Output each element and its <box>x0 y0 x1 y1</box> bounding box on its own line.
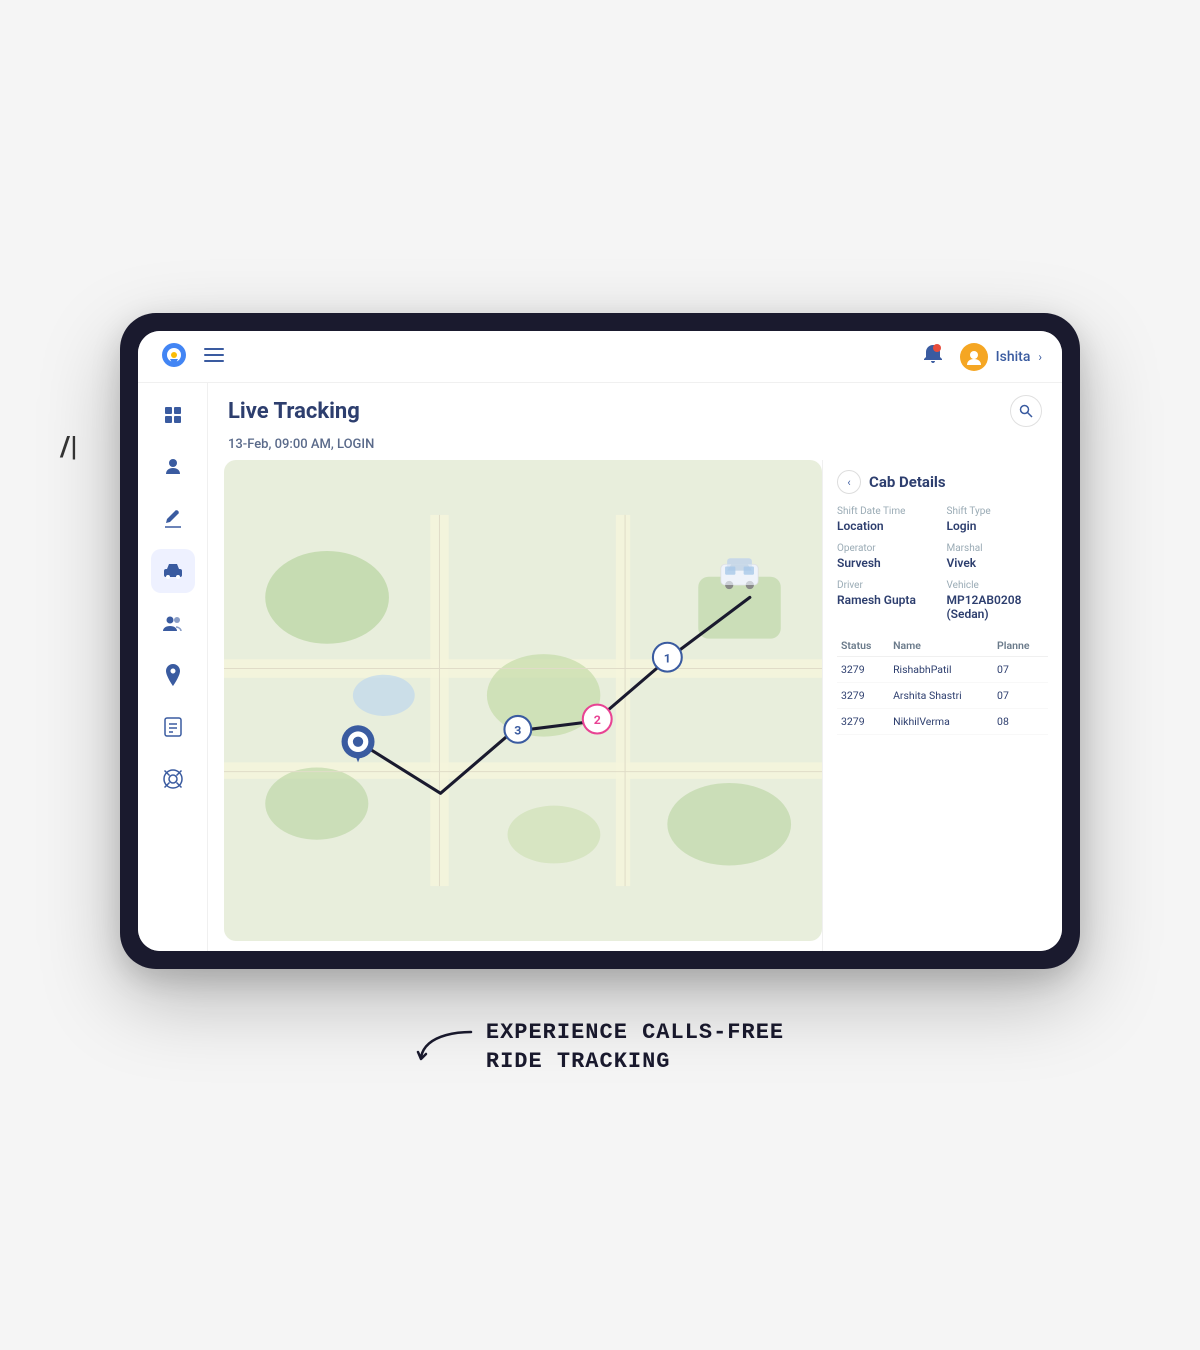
cab-info-grid: Shift Date Time Location Shift Type Logi… <box>837 506 1048 621</box>
shift-type-value: Login <box>947 519 1049 533</box>
sidebar-item-person[interactable] <box>151 445 195 489</box>
shift-type-label: Shift Type <box>947 506 1049 517</box>
search-button[interactable] <box>1010 395 1042 427</box>
svg-text:1: 1 <box>664 653 671 667</box>
logo-icon <box>158 341 190 373</box>
page-header: Live Tracking <box>208 383 1062 433</box>
tablet-inner: Ishita › <box>138 331 1062 951</box>
sidebar-item-car[interactable] <box>151 549 195 593</box>
cell-planned: 08 <box>993 709 1048 735</box>
vehicle-value: MP12AB0208 (Sedan) <box>947 593 1049 621</box>
sidebar <box>138 383 208 951</box>
col-planned: Planne <box>993 635 1048 657</box>
sidebar-item-reports[interactable] <box>151 705 195 749</box>
svg-text:3: 3 <box>514 725 521 739</box>
promo-line2: RIDE TRACKING <box>486 1048 784 1077</box>
cell-status: 3279 <box>837 657 889 683</box>
shift-dt-value: Location <box>837 519 939 533</box>
map-area: 1 2 3 <box>224 460 822 941</box>
main-content: Live Tracking 13-Feb, 09:00 AM, LOGIN <box>138 383 1062 951</box>
cell-name: Arshita Shastri <box>889 683 993 709</box>
marshal-cell: Marshal Vivek <box>947 543 1049 570</box>
map-svg: 1 2 3 <box>224 460 822 941</box>
avatar <box>960 343 988 371</box>
col-name: Name <box>889 635 993 657</box>
passengers-table: Status Name Planne 3279RishabhPatil07327… <box>837 635 1048 735</box>
chevron-right-icon: › <box>1038 350 1042 364</box>
arrow-label: EXPERIENCE CALLS-FREE RIDE TRACKING <box>416 1019 784 1076</box>
cell-planned: 07 <box>993 683 1048 709</box>
cab-details-panel: ‹ Cab Details Shift Date Time Location S… <box>822 460 1062 951</box>
cell-status: 3279 <box>837 709 889 735</box>
date-bar: 13-Feb, 09:00 AM, LOGIN <box>208 433 1062 460</box>
vehicle-label: Vehicle <box>947 580 1049 591</box>
table-row: 3279Arshita Shastri07 <box>837 683 1048 709</box>
tablet-wrapper: /| <box>120 313 1080 969</box>
operator-cell: Operator Survesh <box>837 543 939 570</box>
back-button[interactable]: ‹ <box>837 470 861 494</box>
arrow-icon <box>416 1027 476 1067</box>
marshal-label: Marshal <box>947 543 1049 554</box>
cell-planned: 07 <box>993 657 1048 683</box>
bottom-promo: EXPERIENCE CALLS-FREE RIDE TRACKING <box>416 1019 784 1116</box>
sidebar-item-location[interactable] <box>151 653 195 697</box>
page-area: Live Tracking 13-Feb, 09:00 AM, LOGIN <box>208 383 1062 951</box>
table-row: 3279NikhilVerma08 <box>837 709 1048 735</box>
tablet-outer: Ishita › <box>120 313 1080 969</box>
spark-decoration: /| <box>60 433 77 461</box>
operator-label: Operator <box>837 543 939 554</box>
sidebar-item-group[interactable] <box>151 601 195 645</box>
svg-text:2: 2 <box>594 715 601 729</box>
user-name-label: Ishita <box>996 349 1031 365</box>
cell-name: RishabhPatil <box>889 657 993 683</box>
hamburger-menu[interactable] <box>204 346 224 367</box>
date-text: 13-Feb, 09:00 AM, LOGIN <box>228 437 374 452</box>
shift-dt-label: Shift Date Time <box>837 506 939 517</box>
content-split: 1 2 3 <box>208 460 1062 951</box>
col-status: Status <box>837 635 889 657</box>
top-bar-right: Ishita › <box>922 343 1042 371</box>
vehicle-cell: Vehicle MP12AB0208 (Sedan) <box>947 580 1049 621</box>
driver-cell: Driver Ramesh Gupta <box>837 580 939 621</box>
page-title: Live Tracking <box>228 399 360 424</box>
marshal-value: Vivek <box>947 556 1049 570</box>
table-row: 3279RishabhPatil07 <box>837 657 1048 683</box>
cell-status: 3279 <box>837 683 889 709</box>
driver-value: Ramesh Gupta <box>837 593 939 607</box>
driver-label: Driver <box>837 580 939 591</box>
top-bar: Ishita › <box>138 331 1062 383</box>
sidebar-item-support[interactable] <box>151 757 195 801</box>
operator-value: Survesh <box>837 556 939 570</box>
bell-icon[interactable] <box>922 343 944 370</box>
promo-line1: EXPERIENCE CALLS-FREE <box>486 1019 784 1048</box>
cab-details-header: ‹ Cab Details <box>837 470 1048 494</box>
sidebar-item-edit[interactable] <box>151 497 195 541</box>
shift-type-cell: Shift Type Login <box>947 506 1049 533</box>
promo-text-block: EXPERIENCE CALLS-FREE RIDE TRACKING <box>486 1019 784 1076</box>
cell-name: NikhilVerma <box>889 709 993 735</box>
shift-date-time-cell: Shift Date Time Location <box>837 506 939 533</box>
sidebar-item-dashboard[interactable] <box>151 393 195 437</box>
logo-area <box>158 341 224 373</box>
cab-details-title: Cab Details <box>869 473 946 491</box>
user-area[interactable]: Ishita › <box>960 343 1042 371</box>
